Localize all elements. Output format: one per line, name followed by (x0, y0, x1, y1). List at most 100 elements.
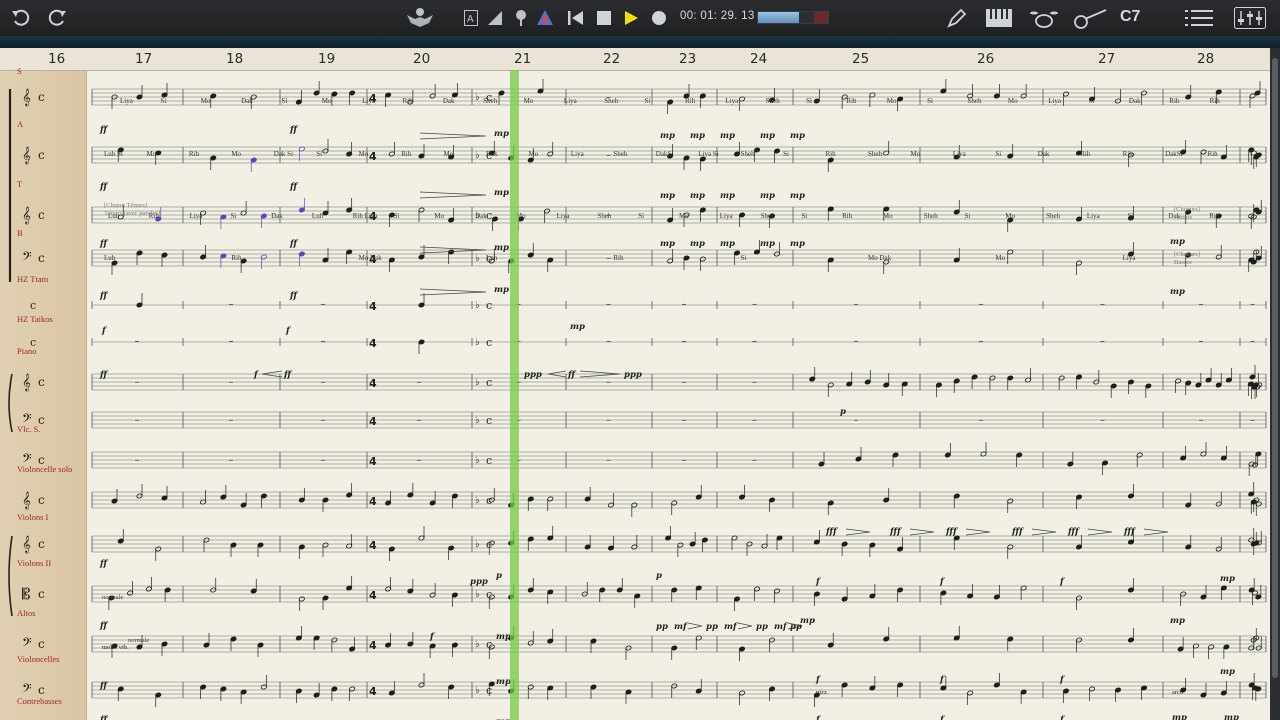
note[interactable] (980, 442, 987, 457)
dynamic-marking[interactable]: mp (760, 239, 775, 249)
note[interactable] (346, 483, 353, 498)
note[interactable] (127, 581, 134, 596)
note[interactable] (388, 546, 395, 561)
dynamic-marking[interactable]: pp (656, 622, 668, 632)
note[interactable] (1062, 91, 1070, 106)
note[interactable] (1075, 374, 1083, 389)
note[interactable] (547, 142, 554, 157)
measure-number[interactable]: 24 (750, 51, 767, 67)
note[interactable] (1007, 144, 1014, 159)
note[interactable] (1215, 537, 1222, 552)
note[interactable] (547, 257, 554, 272)
rest[interactable]: – (229, 336, 234, 347)
note[interactable] (813, 530, 820, 545)
playback-cursor[interactable] (510, 70, 519, 720)
measure-number[interactable]: 28 (1197, 51, 1214, 67)
note[interactable] (322, 139, 329, 154)
rest[interactable]: – (1199, 415, 1204, 426)
note[interactable] (590, 638, 597, 653)
note[interactable] (448, 545, 455, 560)
note[interactable] (733, 142, 741, 157)
dynamic-marking[interactable]: mp (690, 239, 705, 249)
note[interactable] (1215, 492, 1222, 507)
note[interactable] (349, 686, 356, 701)
note[interactable] (753, 147, 761, 162)
note[interactable] (1088, 686, 1096, 701)
dynamic-marking[interactable]: mp (1170, 237, 1185, 247)
scrollbar-thumb[interactable] (1272, 58, 1278, 678)
dynamic-marking[interactable]: mp (1220, 574, 1235, 584)
note[interactable] (250, 579, 257, 594)
note[interactable] (768, 686, 776, 701)
note[interactable] (1195, 373, 1202, 388)
note[interactable] (161, 83, 168, 98)
note[interactable] (1249, 93, 1256, 108)
dynamic-marking[interactable]: ff (289, 182, 299, 192)
note[interactable] (689, 532, 696, 547)
note[interactable] (1249, 365, 1256, 380)
note[interactable] (989, 375, 996, 390)
note[interactable] (250, 157, 257, 172)
note[interactable] (257, 642, 264, 657)
note[interactable] (210, 93, 217, 108)
note[interactable] (883, 627, 890, 642)
rest[interactable]: – (854, 299, 859, 310)
note[interactable] (953, 626, 960, 641)
note[interactable] (527, 536, 534, 551)
rest[interactable]: – (606, 150, 611, 161)
measure-number[interactable]: 27 (1098, 51, 1115, 67)
dynamic-marking[interactable]: ppp (524, 370, 542, 380)
note[interactable] (349, 637, 356, 652)
dynamic-marking[interactable]: fff (945, 527, 958, 537)
instrument-name[interactable]: Violoncelle solo (17, 464, 72, 474)
note[interactable] (429, 583, 436, 598)
note[interactable] (1062, 688, 1070, 703)
note[interactable] (1093, 370, 1100, 385)
note[interactable] (346, 576, 353, 591)
instrument-name[interactable]: Violons II (17, 558, 51, 568)
dynamic-marking[interactable]: mp (1224, 713, 1239, 720)
note[interactable] (298, 198, 305, 213)
note[interactable] (322, 201, 329, 216)
note[interactable] (581, 582, 588, 597)
note[interactable] (117, 529, 124, 544)
note[interactable] (631, 535, 638, 550)
note[interactable] (883, 488, 890, 503)
note[interactable] (1254, 81, 1261, 96)
note[interactable] (230, 542, 237, 557)
staff[interactable]: 𝄢c4c♭ (22, 451, 1267, 469)
note[interactable] (773, 588, 781, 603)
note[interactable] (346, 198, 353, 213)
rest[interactable]: – (1250, 299, 1255, 310)
note[interactable] (631, 502, 638, 517)
note[interactable] (220, 214, 227, 229)
note[interactable] (448, 684, 455, 699)
note[interactable] (699, 207, 706, 222)
note[interactable] (827, 257, 834, 272)
dynamic-marking[interactable]: mp (800, 616, 815, 626)
note[interactable] (940, 590, 947, 605)
dynamic-marking[interactable]: f (939, 715, 945, 720)
note[interactable] (418, 207, 425, 222)
note[interactable] (349, 90, 356, 105)
note[interactable] (418, 526, 425, 541)
note[interactable] (616, 578, 623, 593)
note[interactable] (827, 157, 834, 172)
rest[interactable]: – (135, 377, 140, 388)
note[interactable] (346, 142, 353, 157)
note[interactable] (695, 679, 702, 694)
note[interactable] (753, 586, 761, 601)
rest[interactable]: – (1100, 415, 1105, 426)
note[interactable] (418, 144, 425, 159)
instrument-name[interactable]: B (17, 228, 23, 238)
note[interactable] (331, 91, 338, 106)
note[interactable] (1177, 637, 1184, 652)
note[interactable] (1067, 452, 1074, 467)
rest[interactable]: – (854, 336, 859, 347)
dynamic-marking[interactable]: ff (289, 125, 299, 135)
note[interactable] (818, 452, 825, 467)
note[interactable] (869, 542, 876, 557)
note[interactable] (220, 485, 227, 500)
measure-number[interactable]: 26 (977, 51, 994, 67)
dynamic-marking[interactable]: mp (494, 129, 509, 139)
